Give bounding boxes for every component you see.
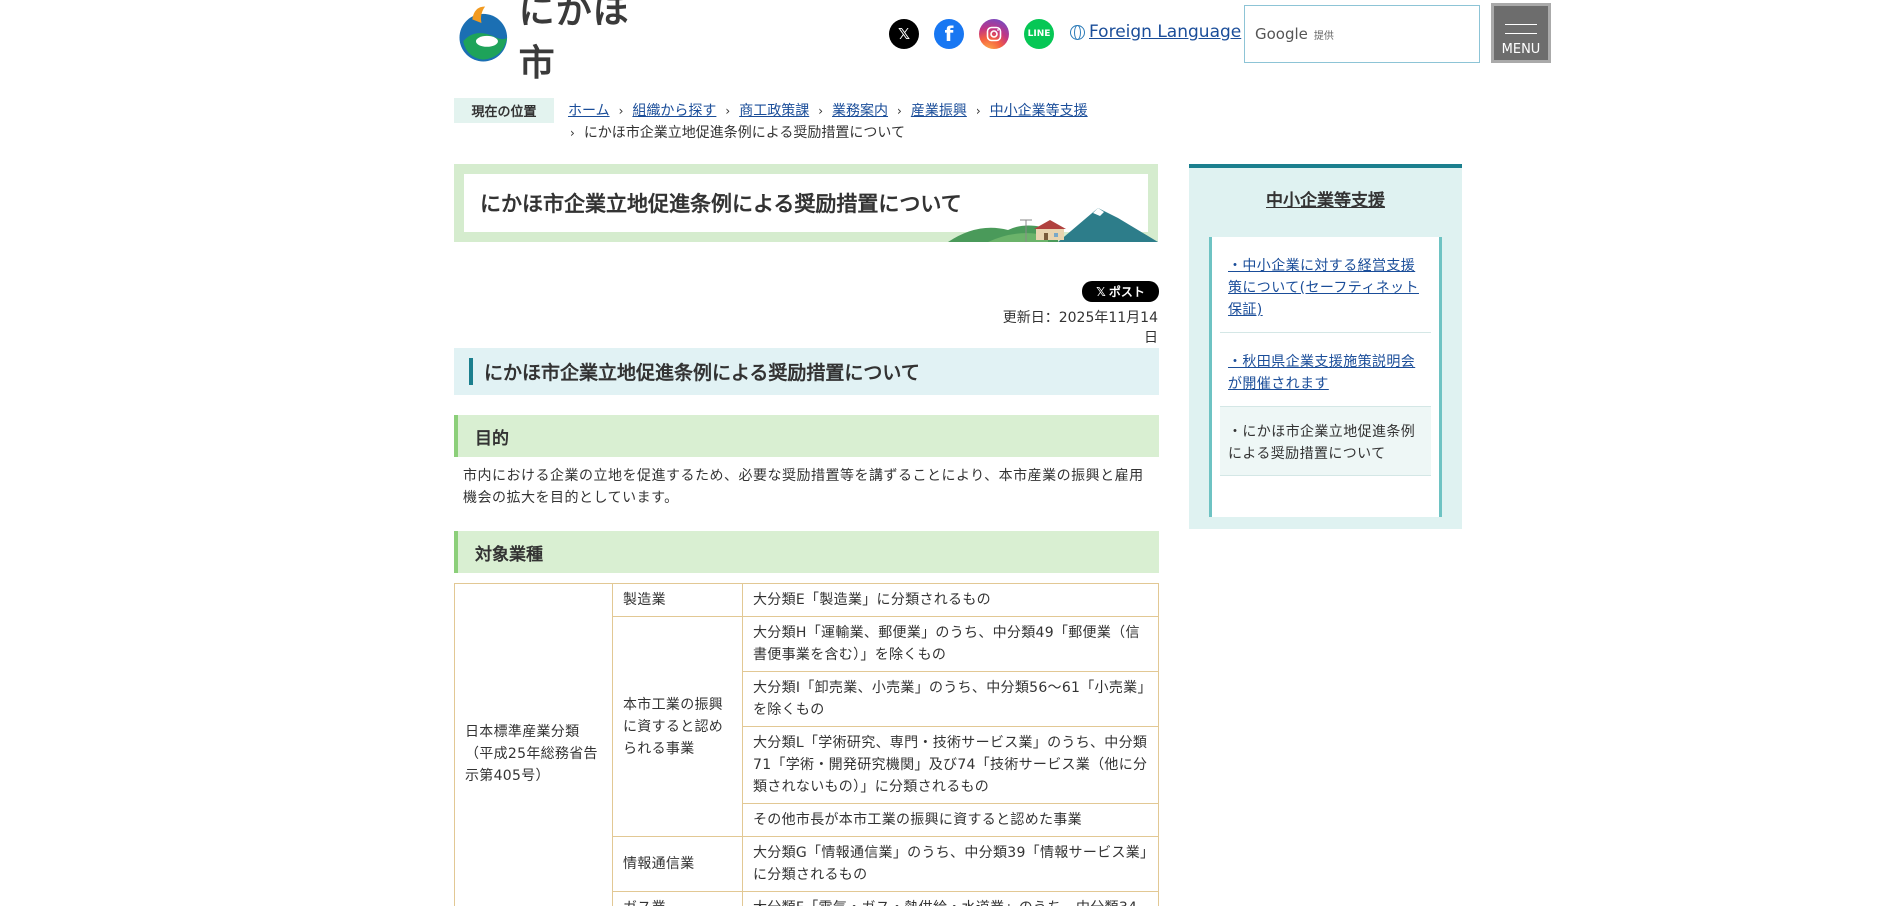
instagram-icon[interactable] [979, 19, 1009, 49]
breadcrumb-home[interactable]: ホーム [568, 100, 610, 122]
hamburger-line-icon [1505, 33, 1537, 34]
logo-text: にかほ市 [518, 0, 630, 84]
facebook-icon[interactable]: f [934, 19, 964, 49]
target-industry-heading: 対象業種 [454, 531, 1159, 573]
breadcrumb-commerce-division[interactable]: 商工政策課 [739, 100, 809, 122]
site-header: にかほ市 𝕏 f LINE Foreign Language Google 提供… [454, 0, 1551, 84]
chevron-right-icon: › [725, 104, 731, 118]
section-heading-text: にかほ市企業立地促進条例による奨励措置について [484, 362, 920, 384]
page-title-band: にかほ市企業立地促進条例による奨励措置について [454, 164, 1158, 242]
chevron-right-icon: › [818, 104, 824, 118]
table-cell-category: 本市工業の振興に資すると認められる事業 [612, 616, 743, 837]
breadcrumb-sme-support[interactable]: 中小企業等支援 [990, 100, 1088, 122]
breadcrumb-label: 現在の位置 [454, 98, 554, 123]
sidebar-title[interactable]: 中小企業等支援 [1189, 186, 1462, 211]
table-row: 日本標準産業分類（平成25年総務省告示第405号） 製造業 大分類E「製造業」に… [454, 583, 1159, 906]
provided-label: 提供 [1313, 30, 1334, 42]
breadcrumb-current: にかほ市企業立地促進条例による奨励措置について [583, 125, 905, 141]
table-cell-category: ガス業 [612, 891, 743, 906]
foreign-language-label: Foreign Language [1089, 22, 1242, 42]
table-cell-classification: 日本標準産業分類（平成25年総務省告示第405号） [454, 583, 613, 906]
chevron-right-icon: › [897, 104, 902, 118]
foreign-language-link[interactable]: Foreign Language [1070, 22, 1241, 42]
sns-links: 𝕏 f LINE [889, 19, 1054, 49]
site-logo[interactable]: にかほ市 [454, 0, 654, 84]
instagram-glyph [986, 26, 1002, 42]
breadcrumb-business-guide[interactable]: 業務案内 [832, 100, 888, 122]
line-icon[interactable]: LINE [1024, 19, 1054, 49]
table-cell-description: 大分類G「情報通信業」のうち、中分類39「情報サービス業」に分類されるもの [742, 836, 1159, 892]
table-cell-description: その他市長が本市工業の振興に資すると認めた事業 [742, 803, 1159, 837]
sidebar-item: ・秋田県企業支援施策説明会が開催されます [1220, 333, 1431, 407]
sidebar-item: ・中小企業に対する経営支援策について(セーフティネット保証) [1220, 237, 1431, 333]
site-search-input[interactable]: Google 提供 [1244, 5, 1480, 63]
sidebar-item-briefing[interactable]: ・秋田県企業支援施策説明会が開催されます [1228, 354, 1415, 392]
x-icon: 𝕏 [1096, 284, 1106, 299]
breadcrumb-industry-promotion[interactable]: 産業振興 [911, 100, 967, 122]
post-label: ポスト [1108, 285, 1145, 299]
breadcrumb: ホーム › 組織から探す › 商工政策課 › 業務案内 › 産業振興 › 中小企… [568, 100, 1088, 144]
x-post-button[interactable]: 𝕏 ポスト [1082, 281, 1159, 302]
menu-button[interactable]: MENU [1491, 3, 1551, 63]
x-icon[interactable]: 𝕏 [889, 19, 919, 49]
table-cell-description: 大分類E「製造業」に分類されるもの [742, 583, 1159, 617]
purpose-text: 市内における企業の立地を促進するため、必要な奨励措置等を講ずることにより、本市産… [463, 468, 1144, 506]
updated-date: 更新日：2025年11月14日 [1002, 310, 1158, 346]
menu-label: MENU [1501, 42, 1541, 57]
breadcrumb-row: › にかほ市企業立地促進条例による奨励措置について [568, 122, 1088, 144]
table-cell-description: 大分類H「運輸業、郵便業」のうち、中分類49「郵便業（信書便事業を含む）」を除く… [742, 616, 1159, 672]
section-heading: にかほ市企業立地促進条例による奨励措置について [454, 348, 1159, 395]
table-cell-description: 大分類L「学術研究、専門・技術サービス業」のうち、中分類71「学術・開発研究機関… [742, 726, 1159, 804]
table-cell-description: 大分類I「卸売業、小売業」のうち、中分類56～61「小売業」を除くもの [742, 671, 1159, 727]
table-cell-description: 大分類F「電気・ガス・熱供給・水道業」のうち、中分類34 [742, 891, 1159, 906]
purpose-heading: 目的 [454, 415, 1159, 457]
table-cell-category: 製造業 [612, 583, 743, 617]
sidebar-item-current: ・にかほ市企業立地促進条例による奨励措置について [1220, 407, 1431, 476]
globe-icon [1070, 24, 1085, 40]
target-industry-table: 日本標準産業分類（平成25年総務省告示第405号） 製造業 大分類E「製造業」に… [454, 583, 1159, 906]
sidebar: 中小企業等支援 ・中小企業に対する経営支援策について(セーフティネット保証) ・… [1189, 164, 1462, 529]
breadcrumb-organization[interactable]: 組織から探す [632, 100, 716, 122]
table-cell-category: 情報通信業 [612, 836, 743, 892]
breadcrumb-row: ホーム › 組織から探す › 商工政策課 › 業務案内 › 産業振興 › 中小企… [568, 100, 1088, 122]
google-label: Google [1255, 25, 1308, 43]
hamburger-line-icon [1505, 24, 1537, 25]
line-icon-label: LINE [1027, 29, 1051, 39]
city-emblem-icon [459, 6, 508, 62]
scenery-illustration-icon [948, 208, 1158, 242]
chevron-right-icon: › [570, 126, 575, 140]
sidebar-item-current-label: ・にかほ市企業立地促進条例による奨励措置について [1228, 424, 1416, 462]
chevron-right-icon: › [618, 104, 624, 118]
sidebar-list: ・中小企業に対する経営支援策について(セーフティネット保証) ・秋田県企業支援施… [1209, 237, 1442, 517]
sidebar-item-management-support[interactable]: ・中小企業に対する経営支援策について(セーフティネット保証) [1228, 258, 1419, 318]
chevron-right-icon: › [975, 104, 981, 118]
